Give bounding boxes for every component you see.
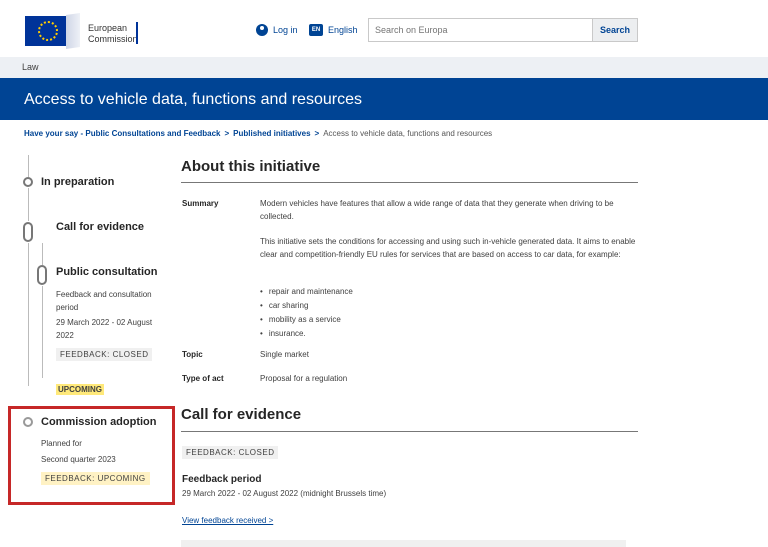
search-form: Search <box>368 18 638 42</box>
search-input[interactable] <box>369 19 592 41</box>
public-consultation-status-badge: FEEDBACK: CLOSED <box>56 348 153 361</box>
timeline-branch-line <box>42 243 43 265</box>
user-icon <box>256 24 268 36</box>
timeline-public-consultation: Public consultation <box>56 266 158 278</box>
topic-label: Topic <box>182 350 203 359</box>
timeline-line <box>28 243 29 386</box>
timeline-dot-in-preparation <box>23 177 33 187</box>
breadcrumb-separator: > <box>224 129 230 138</box>
timeline-pill-public-consultation <box>37 265 47 285</box>
breadcrumb-item-published-initiatives[interactable]: Published initiatives <box>233 129 310 138</box>
section-divider <box>181 431 638 432</box>
breadcrumb-item-have-your-say[interactable]: Have your say - Public Consultations and… <box>24 129 221 138</box>
logo-line-1: European <box>88 23 128 33</box>
timeline-line <box>28 155 29 177</box>
call-for-evidence-heading: Call for evidence <box>181 406 302 423</box>
breadcrumb-item-current: Access to vehicle data, functions and re… <box>323 129 493 138</box>
upcoming-badge: UPCOMING <box>56 384 104 395</box>
timeline-branch-line <box>42 286 43 378</box>
type-of-act-label: Type of act <box>182 374 224 383</box>
feedback-period-label: Feedback period <box>182 474 262 485</box>
highlight-box <box>8 406 175 505</box>
public-consultation-subtitle: Feedback and consultation period <box>56 290 152 312</box>
stars-icon <box>38 21 58 41</box>
logo-divider <box>136 22 138 44</box>
next-section-bar <box>181 540 626 547</box>
timeline-in-preparation: In preparation <box>41 176 115 188</box>
list-item: insurance. <box>260 329 353 343</box>
list-item: car sharing <box>260 301 353 315</box>
language-label: English <box>328 25 358 35</box>
type-of-act-value: Proposal for a regulation <box>260 374 348 383</box>
logo-text[interactable]: European Commission <box>88 23 138 45</box>
breadcrumb-separator: > <box>314 129 320 138</box>
view-feedback-link[interactable]: View feedback received > <box>182 516 273 525</box>
language-selector[interactable]: EN English <box>309 24 358 36</box>
logo-line-2: Commission <box>88 34 138 44</box>
site-section-link[interactable]: Law <box>22 62 39 72</box>
call-for-evidence-status-badge: FEEDBACK: CLOSED <box>182 446 279 459</box>
page-title: Access to vehicle data, functions and re… <box>24 91 362 108</box>
public-consultation-dates: 29 March 2022 - 02 August 2022 <box>56 318 153 340</box>
eu-flag-logo[interactable] <box>25 16 71 46</box>
timeline-pill-call-for-evidence <box>23 222 33 242</box>
timeline-call-for-evidence: Call for evidence <box>56 221 145 233</box>
summary-label: Summary <box>182 199 219 208</box>
language-icon: EN <box>309 24 323 36</box>
list-item: repair and maintenance <box>260 287 353 301</box>
topic-value: Single market <box>260 350 309 359</box>
summary-paragraph-2: This initiative sets the conditions for … <box>260 237 636 259</box>
login-link[interactable]: Log in <box>256 24 298 36</box>
timeline-line <box>28 188 29 221</box>
logo-fold <box>66 13 80 49</box>
summary-paragraph-1: Modern vehicles have features that allow… <box>260 199 614 221</box>
section-divider <box>181 182 638 183</box>
about-heading: About this initiative <box>181 158 321 175</box>
feedback-period-value: 29 March 2022 - 02 August 2022 (midnight… <box>182 489 387 498</box>
search-button[interactable]: Search <box>592 19 637 41</box>
summary-bullet-list: repair and maintenance car sharing mobil… <box>260 287 353 343</box>
site-section-bar <box>0 57 768 78</box>
list-item: mobility as a service <box>260 315 353 329</box>
login-label: Log in <box>273 25 298 35</box>
breadcrumb: Have your say - Public Consultations and… <box>24 129 492 138</box>
